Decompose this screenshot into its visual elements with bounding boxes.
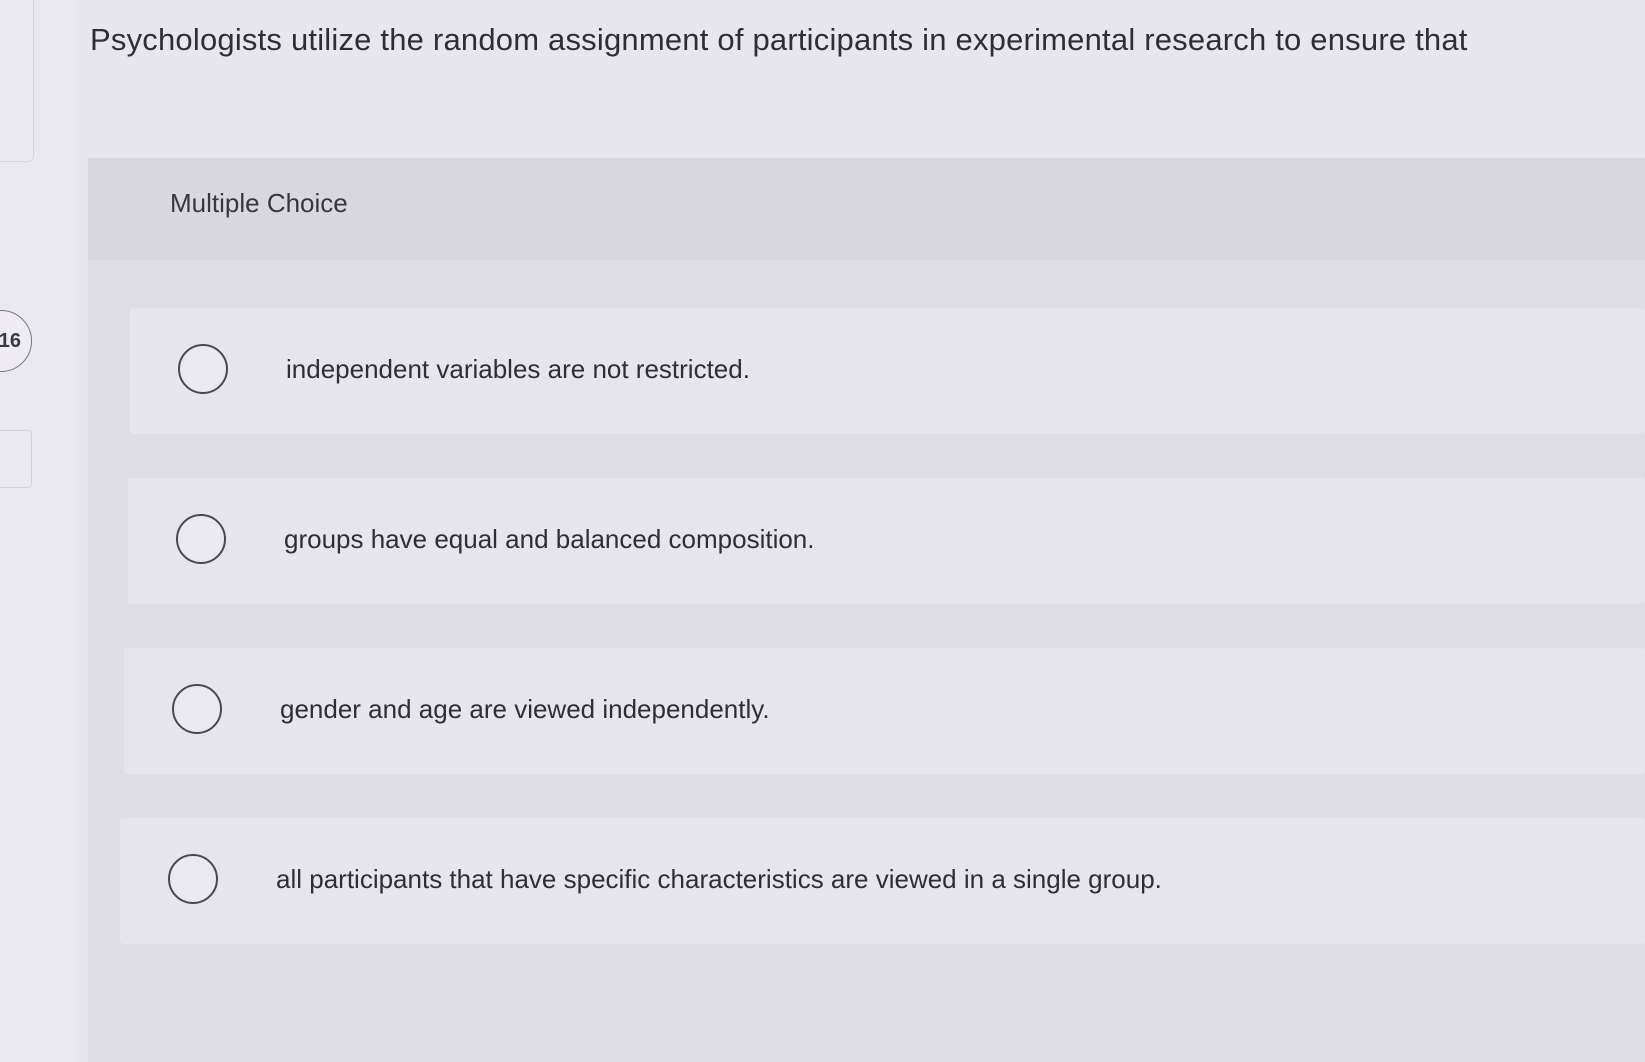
answer-option-label: independent variables are not restricted… (286, 354, 750, 384)
sidebar-panel (0, 0, 34, 162)
multiple-choice-header: Multiple Choice (88, 158, 1645, 260)
multiple-choice-panel: Multiple Choice independent variables ar… (88, 158, 1645, 1062)
radio-button[interactable] (178, 344, 228, 394)
answer-option[interactable]: gender and age are viewed independently. (124, 648, 1645, 774)
sidebar-flag-box[interactable] (0, 430, 32, 488)
radio-button[interactable] (168, 854, 218, 904)
radio-button[interactable] (172, 684, 222, 734)
answer-option-label: groups have equal and balanced compositi… (284, 524, 815, 554)
multiple-choice-title: Multiple Choice (170, 188, 348, 218)
answer-option[interactable]: independent variables are not restricted… (130, 308, 1645, 434)
answer-option[interactable]: groups have equal and balanced compositi… (128, 478, 1645, 604)
answer-option[interactable]: all participants that have specific char… (120, 818, 1645, 944)
radio-button[interactable] (176, 514, 226, 564)
answer-option-label: gender and age are viewed independently. (280, 694, 770, 724)
answer-option-label: all participants that have specific char… (276, 864, 1162, 894)
left-rail (0, 0, 74, 1062)
question-prompt: Psychologists utilize the random assignm… (90, 22, 1468, 57)
